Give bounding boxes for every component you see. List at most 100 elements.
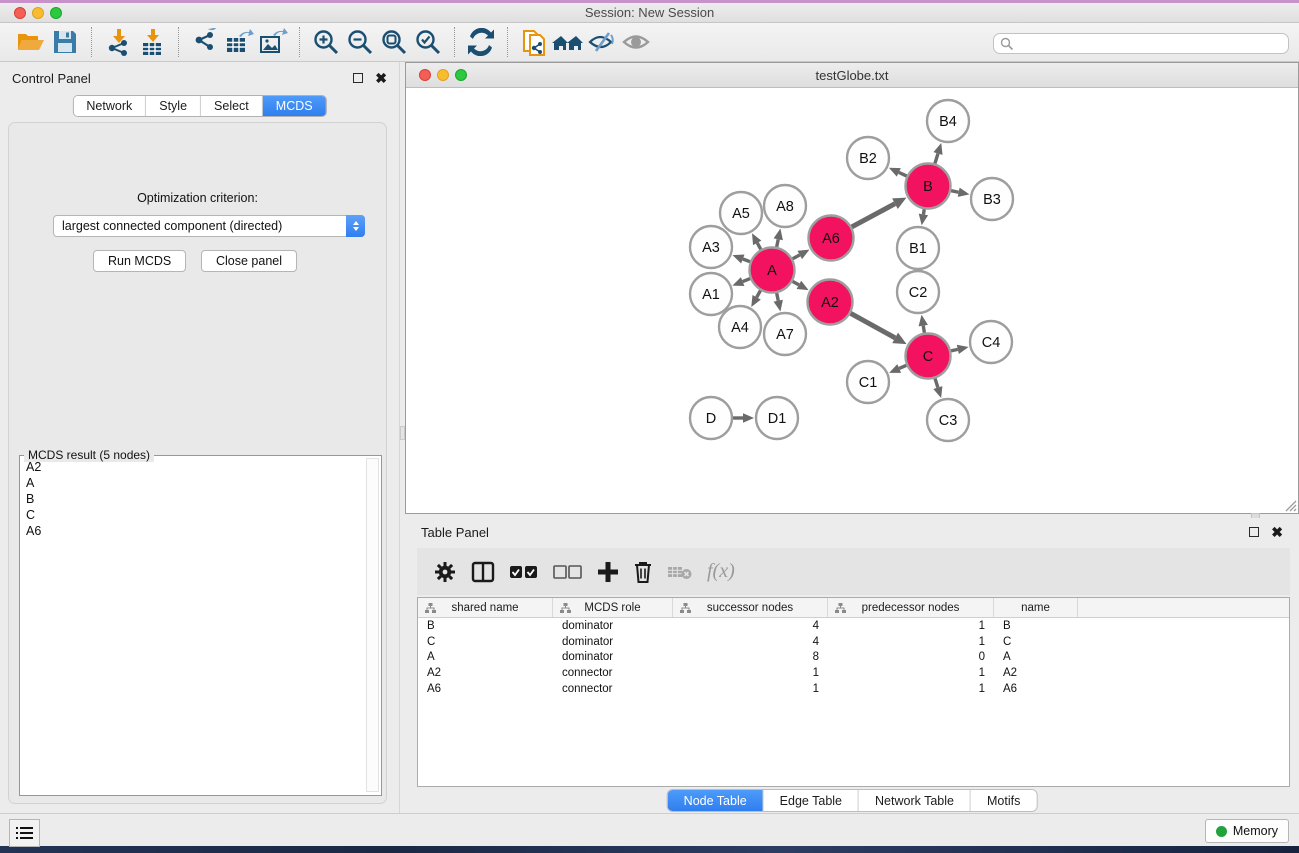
- graph-node-A[interactable]: A: [750, 248, 795, 293]
- tab-select[interactable]: Select: [201, 96, 263, 116]
- optimization-criterion-dropdown[interactable]: largest connected component (directed): [53, 215, 365, 237]
- network-graph-canvas[interactable]: B4 B2 B B3 B1 A5 A8 A6 A3 A A1 A2 C2 A4A7 C4 C C1 C3 D D1: [406, 88, 1298, 513]
- graph-node-C1[interactable]: C1: [847, 361, 889, 403]
- column-header-predecessor-nodes[interactable]: predecessor nodes: [828, 598, 994, 617]
- graph-node-A6[interactable]: A6: [809, 216, 854, 261]
- refresh-icon[interactable]: [464, 26, 498, 58]
- hide-show-icon[interactable]: [585, 26, 619, 58]
- graph-node-C2[interactable]: C2: [897, 271, 939, 313]
- float-panel-icon[interactable]: [353, 73, 363, 83]
- zoom-window-button[interactable]: [50, 7, 62, 19]
- zoom-out-icon[interactable]: [343, 26, 377, 58]
- close-window-button[interactable]: [14, 7, 26, 19]
- search-input[interactable]: [1014, 37, 1288, 51]
- mcds-result-item[interactable]: C: [20, 507, 366, 523]
- network-zoom-button[interactable]: [455, 69, 467, 81]
- tab-node-table[interactable]: Node Table: [668, 790, 764, 811]
- graph-node-B3[interactable]: B3: [971, 178, 1013, 220]
- svg-text:A8: A8: [776, 199, 794, 215]
- network-minimize-button[interactable]: [437, 69, 449, 81]
- close-panel-button[interactable]: Close panel: [201, 250, 297, 272]
- delete-table-icon[interactable]: [667, 557, 693, 587]
- tab-mcds[interactable]: MCDS: [263, 96, 326, 116]
- mcds-result-item[interactable]: A: [20, 475, 366, 491]
- graph-node-B4[interactable]: B4: [927, 100, 969, 142]
- graph-node-B[interactable]: B: [906, 164, 951, 209]
- export-network-icon[interactable]: [188, 26, 222, 58]
- import-table-icon[interactable]: [135, 26, 169, 58]
- graph-node-B1[interactable]: B1: [897, 227, 939, 269]
- column-type-icon: [425, 603, 436, 613]
- column-header-shared-name[interactable]: shared name: [418, 598, 553, 617]
- graph-node-A2[interactable]: A2: [808, 280, 853, 325]
- graph-node-A7[interactable]: A7: [764, 313, 806, 355]
- table-row[interactable]: A2connector11A2: [418, 665, 1289, 681]
- graph-edge-A-A7: [774, 293, 783, 311]
- tab-network[interactable]: Network: [73, 96, 146, 116]
- function-icon[interactable]: f(x): [707, 557, 735, 587]
- table-row[interactable]: Cdominator41C: [418, 634, 1289, 650]
- column-header-successor-nodes[interactable]: successor nodes: [673, 598, 828, 617]
- tab-edge-table[interactable]: Edge Table: [764, 790, 859, 811]
- table-row[interactable]: A6connector11A6: [418, 681, 1289, 697]
- table-row[interactable]: Adominator80A: [418, 650, 1289, 666]
- table-panel: Table Panel ✖ f(x) shared nameMCDS roles…: [405, 518, 1299, 813]
- mcds-result-item[interactable]: A2: [20, 459, 366, 475]
- save-session-icon[interactable]: [48, 26, 82, 58]
- clone-network-icon[interactable]: [517, 26, 551, 58]
- graph-edge-B-B1: [919, 209, 928, 225]
- float-panel-icon[interactable]: [1249, 527, 1259, 537]
- graph-node-D[interactable]: D: [690, 397, 732, 439]
- zoom-in-icon[interactable]: [309, 26, 343, 58]
- graph-node-B2[interactable]: B2: [847, 137, 889, 179]
- table-row[interactable]: Bdominator41B: [418, 618, 1289, 634]
- export-table-icon[interactable]: [222, 26, 256, 58]
- graph-node-C3[interactable]: C3: [927, 399, 969, 441]
- mcds-result-item[interactable]: A6: [20, 523, 366, 539]
- check-all-icon[interactable]: [509, 557, 539, 587]
- mcds-list-scrollbar[interactable]: [366, 458, 379, 792]
- open-session-icon[interactable]: [14, 26, 48, 58]
- table-cell: A6: [994, 683, 1078, 695]
- close-panel-icon[interactable]: ✖: [1271, 527, 1283, 537]
- run-mcds-button[interactable]: Run MCDS: [93, 250, 186, 272]
- resize-grip-icon[interactable]: [1283, 498, 1297, 512]
- close-panel-icon[interactable]: ✖: [375, 73, 387, 83]
- tab-network-table[interactable]: Network Table: [859, 790, 971, 811]
- zoom-selected-icon[interactable]: [411, 26, 445, 58]
- table-cell: 0: [828, 651, 994, 663]
- graph-node-A3[interactable]: A3: [690, 226, 732, 268]
- mcds-result-list[interactable]: A2ABCA6: [20, 459, 366, 794]
- tab-style[interactable]: Style: [146, 96, 201, 116]
- column-split-icon[interactable]: [471, 557, 495, 587]
- export-image-icon[interactable]: [256, 26, 290, 58]
- preview-eye-icon[interactable]: [619, 26, 653, 58]
- search-box[interactable]: [993, 33, 1289, 54]
- graph-node-A4[interactable]: A4: [719, 306, 761, 348]
- graph-edge-A-A1: [732, 277, 750, 286]
- tab-motifs[interactable]: Motifs: [971, 790, 1036, 811]
- uncheck-all-icon[interactable]: [553, 557, 583, 587]
- zoom-fit-icon[interactable]: [377, 26, 411, 58]
- add-icon[interactable]: [597, 557, 619, 587]
- graph-node-A1[interactable]: A1: [690, 273, 732, 315]
- memory-button[interactable]: Memory: [1205, 819, 1289, 843]
- trash-icon[interactable]: [633, 557, 653, 587]
- task-history-button[interactable]: [9, 819, 40, 847]
- graph-node-C[interactable]: C: [906, 334, 951, 379]
- column-header-MCDS-role[interactable]: MCDS role: [553, 598, 673, 617]
- graph-node-A5[interactable]: A5: [720, 192, 762, 234]
- toolbar-separator: [178, 27, 179, 57]
- home-icon[interactable]: [551, 26, 585, 58]
- network-close-button[interactable]: [419, 69, 431, 81]
- minimize-window-button[interactable]: [32, 7, 44, 19]
- graph-node-A8[interactable]: A8: [764, 185, 806, 227]
- gear-icon[interactable]: [433, 557, 457, 587]
- import-network-icon[interactable]: [101, 26, 135, 58]
- mcds-result-item[interactable]: B: [20, 491, 366, 507]
- graph-node-D1[interactable]: D1: [756, 397, 798, 439]
- table-cell: 4: [673, 636, 828, 648]
- graph-node-C4[interactable]: C4: [970, 321, 1012, 363]
- column-header-name[interactable]: name: [994, 598, 1078, 617]
- network-window-titlebar[interactable]: testGlobe.txt: [406, 63, 1298, 88]
